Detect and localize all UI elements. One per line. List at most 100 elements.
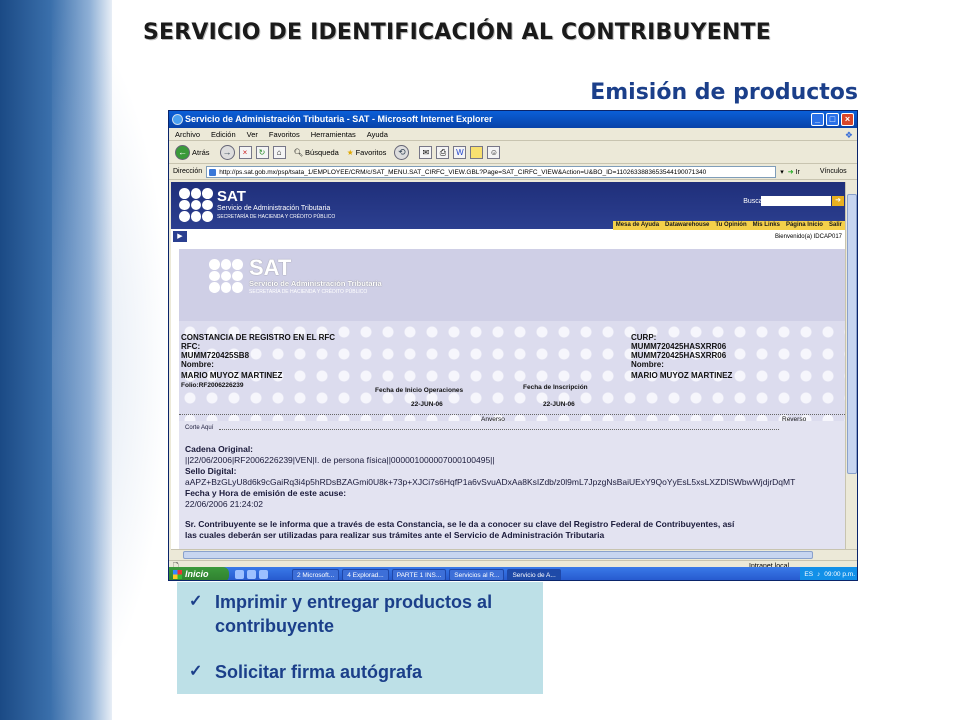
web-page: SAT Servicio de Administración Tributari… (171, 182, 845, 549)
slide-subtitle: Emisión de productos (590, 80, 858, 105)
close-button[interactable]: × (841, 113, 854, 126)
volume-icon[interactable]: ♪ (817, 567, 820, 580)
search-icon: 🔍︎ (293, 147, 304, 157)
fecha-label: Fecha y Hora de emisión de este acuse: (185, 488, 347, 498)
window-title: Servicio de Administración Tributaria - … (185, 114, 493, 124)
menu-favoritos[interactable]: Favoritos (269, 128, 300, 140)
forward-button[interactable]: → (219, 144, 235, 160)
slide: SERVICIO DE IDENTIFICACIÓN AL CONTRIBUYE… (0, 0, 960, 720)
link-tu-opinion[interactable]: Tu Opinión (715, 221, 746, 230)
sello-value: aAPZ+BzGLyU8d6k9cGaiRq3i4p5hRDsBZAGmi0U8… (185, 477, 796, 487)
taskbar-item-explorador[interactable]: 4 Explorad... (342, 568, 389, 580)
toolbar: ← Atrás → × ↻ ⌂ 🔍︎ Búsqueda ★ Favoritos ⟲ ✉… (169, 141, 857, 164)
ie-quicklaunch-icon[interactable] (235, 570, 244, 579)
certificate-logo-text: SAT (249, 255, 292, 280)
start-ops-value: 22-JUN-06 (411, 401, 443, 408)
link-datawarehouse[interactable]: Datawarehouse (665, 221, 709, 230)
bullet-text: Solicitar firma autógrafa (215, 662, 423, 682)
portal-search-go-button[interactable]: ➜ (832, 196, 844, 206)
minimize-button[interactable]: _ (811, 113, 824, 126)
address-label: Dirección (173, 168, 203, 175)
link-mesa-ayuda[interactable]: Mesa de Ayuda (616, 221, 659, 230)
windows-flag-icon: ❖ (844, 130, 853, 140)
horizontal-scrollbar[interactable] (171, 549, 857, 560)
horizontal-scroll-thumb[interactable] (183, 551, 813, 559)
quick-launch (229, 570, 289, 579)
rfc-certificate: SAT Servicio de Administración Tributari… (179, 249, 845, 549)
name-label: Nombre: (181, 360, 214, 369)
checkmark-icon: ✓ (189, 663, 203, 680)
address-input[interactable]: http://ps.sat.gob.mx/psp/tsata_1/EMPLOYE… (206, 165, 777, 178)
portal-search-input[interactable] (761, 196, 831, 206)
maximize-button[interactable]: □ (826, 113, 839, 126)
curp-label: CURP: (631, 333, 657, 342)
sello-label: Sello Digital: (185, 466, 237, 476)
notes-icon[interactable] (470, 145, 484, 159)
nav-expand-icon[interactable]: ▶ (173, 231, 187, 242)
stop-icon[interactable]: × (238, 145, 252, 159)
welcome-text: Bienvenido(a) IDCAP017 (774, 234, 842, 240)
cut-line (219, 429, 779, 430)
certificate-divider (179, 414, 845, 415)
start-ops-label: Fecha de Inicio Operaciones (375, 387, 464, 394)
search-button[interactable]: 🔍︎ Búsqueda (294, 148, 339, 157)
messenger-icon[interactable]: ☺ (487, 145, 501, 159)
taskbar-item-parte1[interactable]: PARTE 1 INS... (391, 568, 447, 580)
menu-edicion[interactable]: Edición (211, 128, 236, 140)
menu-ver[interactable]: Ver (247, 128, 258, 140)
rfc-label: RFC: (181, 342, 201, 351)
fecha-value: 22/06/2006 21:24:02 (185, 499, 263, 509)
mail-icon[interactable]: ✉ (419, 145, 433, 159)
address-dropdown-icon[interactable]: ▾ (780, 168, 784, 176)
bullet-item: ✓ Imprimir y entregar productos al contr… (189, 590, 543, 638)
menu-herramientas[interactable]: Herramientas (311, 128, 356, 140)
certificate-header: SAT Servicio de Administración Tributari… (179, 249, 845, 321)
curp-value-1: MUMM720425HASXRR06 (631, 342, 727, 351)
desktop-quicklaunch-icon[interactable] (247, 570, 256, 579)
notice-line-1: Sr. Contribuyente se le informa que a tr… (185, 519, 735, 529)
checkmark-icon: ✓ (189, 593, 203, 610)
portal-links-bar: Mesa de Ayuda Datawarehouse Tu Opinión M… (612, 221, 845, 230)
taskbar-item-servicio-admin[interactable]: Servicio de A... (507, 568, 561, 580)
menu-ayuda[interactable]: Ayuda (367, 128, 388, 140)
go-button[interactable]: ➜ Ir (788, 168, 800, 176)
address-bar: Dirección http://ps.sat.gob.mx/psp/tsata… (169, 164, 857, 180)
name-value-right: MARIO MUYOZ MARTINEZ (631, 371, 733, 380)
history-icon[interactable]: ⟲ (394, 144, 410, 160)
name-value: MARIO MUYOZ MARTINEZ (181, 371, 283, 380)
home-icon[interactable]: ⌂ (272, 145, 286, 159)
back-button[interactable]: ← Atrás (175, 144, 210, 160)
star-icon: ★ (346, 147, 354, 157)
portal-nav-row: ▶ Bienvenido(a) IDCAP017 (171, 230, 845, 244)
word-icon[interactable]: W (453, 145, 467, 159)
link-pagina-inicio[interactable]: Página Inicio (786, 221, 823, 230)
menu-bar: Archivo Edición Ver Favoritos Herramient… (169, 128, 857, 141)
folio-value: Folio:RF2006226239 (181, 382, 244, 389)
start-button[interactable]: Inicio (169, 567, 229, 580)
links-label[interactable]: Vínculos (820, 168, 847, 175)
bullet-text: Imprimir y entregar productos al contrib… (215, 592, 493, 636)
certificate-doc-title: CONSTANCIA DE REGISTRO EN EL RFC (181, 333, 336, 342)
certificate-org-name: Servicio de Administración Tributaria (249, 279, 382, 288)
rfc-value: MUMM720425SB8 (181, 351, 250, 360)
acuse-section: Corte Aquí Cadena Original: ||22/06/2006… (179, 421, 845, 549)
taskbar-item-microsoft[interactable]: 2 Microsoft... (292, 568, 340, 580)
refresh-icon[interactable]: ↻ (255, 145, 269, 159)
favorites-button[interactable]: ★ Favoritos (347, 148, 387, 157)
sat-portal-header: SAT Servicio de Administración Tributari… (171, 182, 845, 230)
link-salir[interactable]: Salir (829, 221, 842, 230)
print-icon[interactable]: ⎙ (436, 145, 450, 159)
vertical-scrollbar[interactable] (845, 182, 857, 549)
vertical-scroll-thumb[interactable] (847, 194, 857, 474)
language-indicator[interactable]: ES (804, 567, 813, 580)
name-label-right: Nombre: (631, 360, 664, 369)
bullet-item: ✓ Solicitar firma autógrafa (189, 660, 422, 684)
cadena-value: ||22/06/2006|RF2006226239|VEN|I. de pers… (185, 455, 495, 465)
taskbar-item-servicios[interactable]: Servicios al R... (449, 568, 505, 580)
favorites-label: Favoritos (355, 147, 387, 157)
system-tray: ES ♪ 09:00 p.m. (800, 567, 857, 580)
back-arrow-icon: ← (175, 144, 190, 160)
media-quicklaunch-icon[interactable] (259, 570, 268, 579)
link-mis-links[interactable]: Mis Links (753, 221, 780, 230)
menu-archivo[interactable]: Archivo (175, 128, 200, 140)
